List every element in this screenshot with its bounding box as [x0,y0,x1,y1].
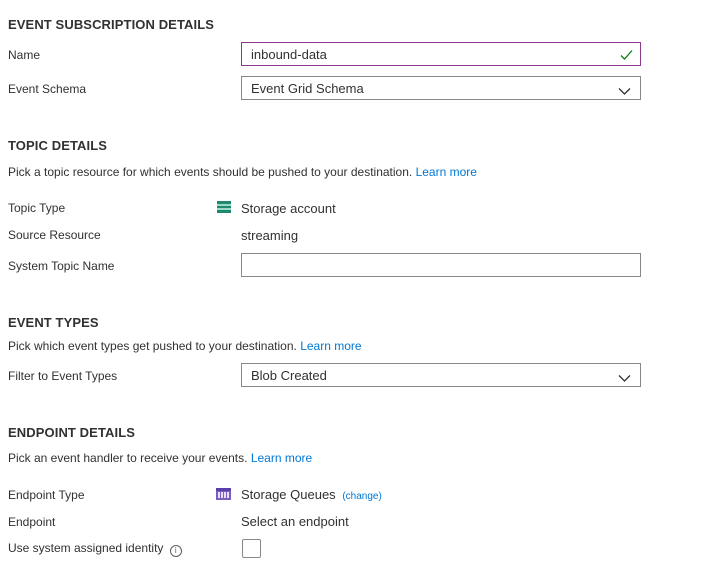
topic-description: Pick a topic resource for which events s… [8,165,477,179]
filter-event-types-value: Blob Created [251,368,327,383]
endpoint-section-title: ENDPOINT DETAILS [8,425,136,440]
info-icon[interactable]: i [169,545,182,557]
endpoint-label: Endpoint [8,515,56,529]
endpoint-type-value: Storage Queues [241,487,336,502]
endpoint-description: Pick an event handler to receive your ev… [8,451,312,465]
system-identity-label-group: Use system assigned identity i [8,541,182,557]
filter-event-types-label: Filter to Event Types [8,369,118,383]
event-types-learn-more-link[interactable]: Learn more [300,339,361,353]
select-endpoint-link[interactable]: Select an endpoint [241,514,349,529]
event-types-description-text: Pick which event types get pushed to you… [8,339,297,353]
change-endpoint-type-link[interactable]: (change) [342,491,381,502]
system-topic-name-input[interactable] [241,253,641,277]
event-types-section-title: EVENT TYPES [8,315,99,330]
event-types-description: Pick which event types get pushed to you… [8,339,362,353]
storage-queue-icon [216,487,231,505]
storage-account-icon [217,200,231,218]
endpoint-type-label: Endpoint Type [8,488,85,502]
source-resource-label: Source Resource [8,228,101,242]
topic-type-value: Storage account [241,201,336,216]
event-schema-dropdown[interactable]: Event Grid Schema [241,76,641,100]
system-identity-label: Use system assigned identity [8,541,164,555]
name-input-value: inbound-data [251,47,327,62]
endpoint-learn-more-link[interactable]: Learn more [251,451,312,465]
filter-event-types-dropdown[interactable]: Blob Created [241,363,641,387]
name-label: Name [8,48,41,62]
event-schema-label: Event Schema [8,82,87,96]
topic-type-label: Topic Type [8,201,66,215]
topic-learn-more-link[interactable]: Learn more [416,165,477,179]
event-subscription-section-title: EVENT SUBSCRIPTION DETAILS [8,17,215,32]
source-resource-value: streaming [241,228,299,243]
chevron-down-icon [618,83,631,101]
system-topic-name-label: System Topic Name [8,259,115,273]
endpoint-type-value-group: Storage Queues (change) [241,487,382,502]
event-schema-value: Event Grid Schema [251,81,364,96]
topic-description-text: Pick a topic resource for which events s… [8,165,413,179]
checkmark-icon [620,48,633,66]
chevron-down-icon [618,370,631,388]
name-input[interactable]: inbound-data [241,42,641,66]
endpoint-description-text: Pick an event handler to receive your ev… [8,451,248,465]
system-identity-checkbox[interactable] [242,539,261,558]
topic-section-title: TOPIC DETAILS [8,138,108,153]
